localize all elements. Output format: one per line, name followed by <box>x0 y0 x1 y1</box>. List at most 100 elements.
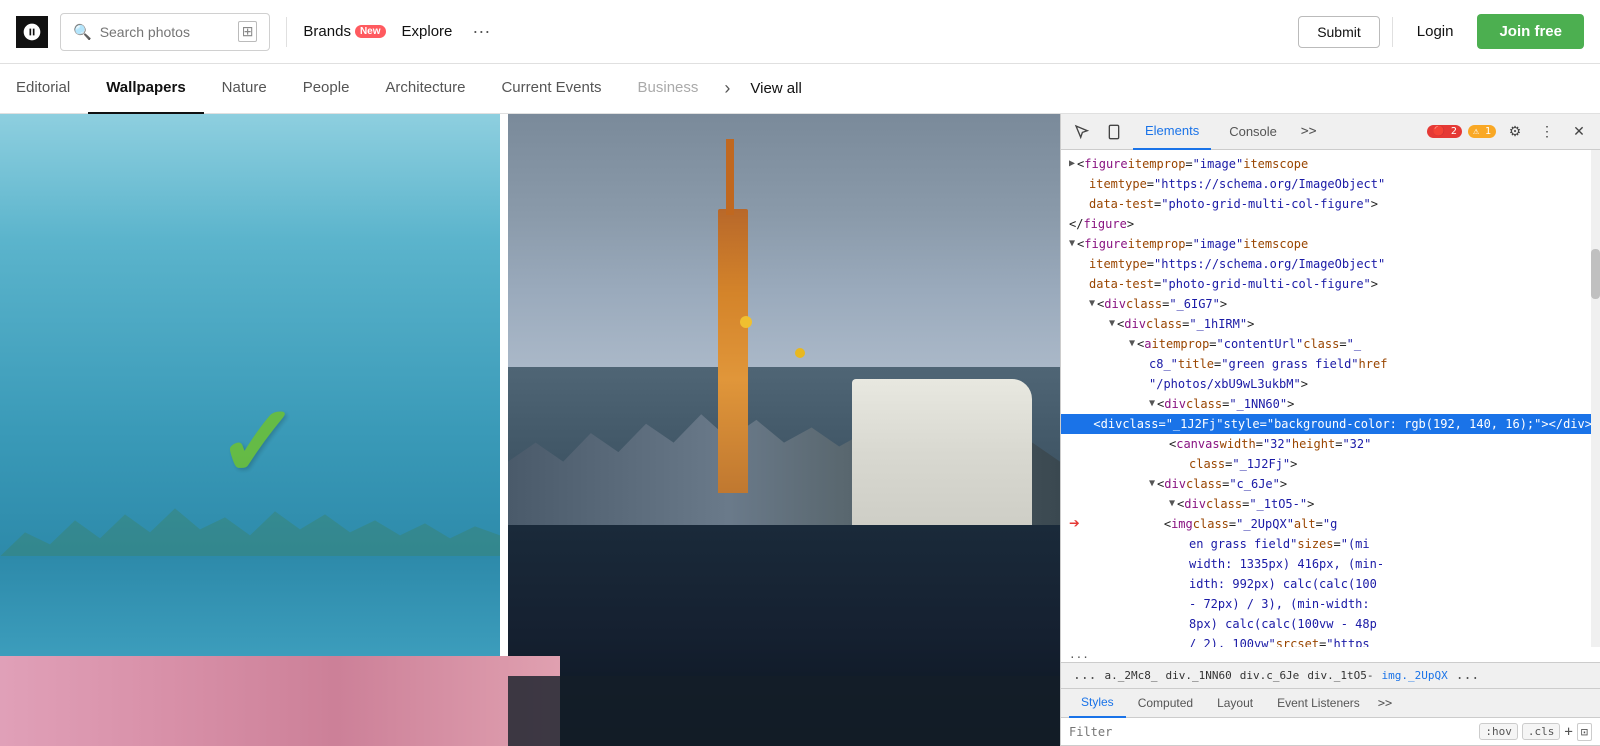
html-line[interactable]: "/photos/xbU9wL3ukbM"> <box>1061 374 1600 394</box>
html-line-arrow[interactable]: ➔ <img class="_2UpQX" alt="g <box>1061 514 1600 534</box>
html-line[interactable]: ▼ <figure itemprop="image" itemscope <box>1061 234 1600 254</box>
devtools-more-tabs[interactable]: >> <box>1295 124 1323 139</box>
photo-area: div._1J2Fj 365.7 × 442.01 ✓ <box>0 114 1060 746</box>
view-all-link[interactable]: View all <box>750 80 801 97</box>
bottom-strip-left <box>0 656 560 746</box>
login-button[interactable]: Login <box>1405 23 1466 40</box>
html-line[interactable]: itemtype="https://schema.org/ImageObject… <box>1061 174 1600 194</box>
devtools-bottom-more[interactable]: >> <box>1372 696 1398 710</box>
sky-layer <box>508 114 1060 367</box>
breadcrumb-end-ellipsis[interactable]: ... <box>1452 668 1483 683</box>
html-line[interactable]: ▶ <figure itemprop="image" itemscope <box>1061 154 1600 174</box>
devtools-bottom-tabs: Styles Computed Layout Event Listeners >… <box>1061 688 1600 718</box>
photo-right[interactable] <box>508 114 1060 746</box>
devtools-panel: Elements Console >> 🔴 2 ⚠ 1 ⚙ ⋮ ✕ ▶ <fig… <box>1060 114 1600 746</box>
tower-top <box>726 139 734 215</box>
devtools-elements-tab[interactable]: Elements <box>1133 114 1211 150</box>
more-nav-item[interactable]: ··· <box>468 21 494 42</box>
devtools-breadcrumb: ... a._2Mc8_ div._1NN60 div.c_6Je div._1… <box>1061 662 1600 688</box>
search-bar[interactable]: 🔍 ⊞ <box>60 13 270 51</box>
html-line[interactable]: ▼ <div class="_6IG7"> <box>1061 294 1600 314</box>
breadcrumb-divc6je[interactable]: div.c_6Je <box>1236 669 1304 682</box>
devtools-device-button[interactable] <box>1101 119 1127 145</box>
category-architecture[interactable]: Architecture <box>367 64 483 114</box>
screenshot-icon[interactable]: ⊞ <box>238 21 258 42</box>
html-line[interactable]: <canvas width="32" height="32" <box>1061 434 1600 454</box>
triangle-icon[interactable]: ▶ <box>1069 155 1075 173</box>
triangle-down-icon[interactable]: ▼ <box>1149 475 1155 493</box>
devtools-inspect-button[interactable] <box>1069 119 1095 145</box>
site-logo[interactable] <box>16 16 48 48</box>
html-line[interactable]: </figure> <box>1061 214 1600 234</box>
html-line[interactable]: ▼ <div class="_1NN60"> <box>1061 394 1600 414</box>
html-line[interactable]: class="_1J2Fj"> <box>1061 454 1600 474</box>
devtools-filter-input[interactable] <box>1069 725 1471 739</box>
breadcrumb-div1to5[interactable]: div._1tO5- <box>1303 669 1377 682</box>
triangle-down-icon[interactable]: ▼ <box>1149 395 1155 413</box>
html-line[interactable]: c8_" title="green grass field" href <box>1061 354 1600 374</box>
html-line[interactable]: ▼ <div class="_1tO5-"> <box>1061 494 1600 514</box>
new-badge: New <box>355 25 386 38</box>
breadcrumb-ellipsis[interactable]: ... <box>1069 668 1100 683</box>
breadcrumb-a[interactable]: a._2Mc8_ <box>1100 669 1161 682</box>
triangle-down-icon[interactable]: ▼ <box>1069 235 1075 253</box>
html-line[interactable]: idth: 992px) calc(calc(100 <box>1061 574 1600 594</box>
category-nature[interactable]: Nature <box>204 64 285 114</box>
red-arrow-annotation: ➔ <box>1069 515 1080 533</box>
devtools-scrollbar[interactable] <box>1591 150 1600 647</box>
photo-left[interactable]: ✓ <box>0 114 500 746</box>
devtools-more-button[interactable]: ⋮ <box>1534 119 1560 145</box>
devtools-console-tab[interactable]: Console <box>1217 114 1289 150</box>
search-input[interactable] <box>100 24 230 40</box>
navbar: 🔍 ⊞ Brands New Explore ··· Submit Login … <box>0 0 1600 64</box>
devtools-html-panel[interactable]: ▶ <figure itemprop="image" itemscope ite… <box>1061 150 1600 647</box>
triangle-down-icon[interactable]: ▼ <box>1089 295 1095 313</box>
category-current-events[interactable]: Current Events <box>483 64 619 114</box>
photo-annotation-dot1 <box>740 316 752 328</box>
category-more-button[interactable]: › <box>716 78 738 99</box>
devtools-computed-tab[interactable]: Computed <box>1126 688 1205 718</box>
main-area: div._1J2Fj 365.7 × 442.01 ✓ <box>0 114 1600 746</box>
triangle-down-icon[interactable]: ▼ <box>1109 315 1115 333</box>
category-people[interactable]: People <box>285 64 368 114</box>
brands-nav-item[interactable]: Brands New <box>303 23 385 40</box>
category-editorial[interactable]: Editorial <box>16 64 88 114</box>
photo-annotation-dot2 <box>795 348 805 358</box>
filter-hov-button[interactable]: :hov <box>1479 723 1518 740</box>
html-line[interactable]: 8px) calc(calc(100vw - 48p <box>1061 614 1600 634</box>
devtools-close-button[interactable]: ✕ <box>1566 119 1592 145</box>
html-line[interactable]: ▼ <div class="c_6Je"> <box>1061 474 1600 494</box>
html-line[interactable]: width: 1335px) 416px, (min- <box>1061 554 1600 574</box>
html-line[interactable]: data-test="photo-grid-multi-col-figure"> <box>1061 194 1600 214</box>
error-badge: 🔴 2 <box>1427 125 1462 138</box>
submit-button[interactable]: Submit <box>1298 16 1380 48</box>
html-line[interactable]: en grass field" sizes="(mi <box>1061 534 1600 554</box>
category-business[interactable]: Business <box>620 64 717 114</box>
html-line[interactable]: data-test="photo-grid-multi-col-figure"> <box>1061 274 1600 294</box>
category-wallpapers[interactable]: Wallpapers <box>88 64 203 114</box>
triangle-down-icon[interactable]: ▼ <box>1129 335 1135 353</box>
explore-nav-item[interactable]: Explore <box>398 23 457 40</box>
filter-add-icon[interactable]: + <box>1564 724 1572 740</box>
breadcrumb-img2upqx[interactable]: img._2UpQX <box>1378 669 1452 682</box>
logo-icon <box>22 22 42 42</box>
breadcrumb-div1nng0[interactable]: div._1NN60 <box>1161 669 1235 682</box>
join-free-button[interactable]: Join free <box>1477 14 1584 49</box>
search-icon: 🔍 <box>73 23 92 41</box>
html-line[interactable]: / 2), 100vw" srcset="https <box>1061 634 1600 647</box>
devtools-settings-button[interactable]: ⚙ <box>1502 119 1528 145</box>
html-line[interactable]: ▼ <div class="_1hIRM"> <box>1061 314 1600 334</box>
filter-cls-button[interactable]: .cls <box>1522 723 1561 740</box>
triangle-down-icon[interactable]: ▼ <box>1169 495 1175 513</box>
html-line[interactable]: - 72px) / 3), (min-width: <box>1061 594 1600 614</box>
html-line-selected[interactable]: <div class="_1J2Fj" style="background-co… <box>1061 414 1600 434</box>
devtools-event-listeners-tab[interactable]: Event Listeners <box>1265 688 1372 718</box>
filter-toggle-icon[interactable]: ⊡ <box>1577 723 1592 741</box>
html-line[interactable]: ▼ <a itemprop="contentUrl" class="_ <box>1061 334 1600 354</box>
devtools-ellipsis[interactable]: ... <box>1061 647 1600 662</box>
devtools-scrollbar-thumb[interactable] <box>1591 249 1600 299</box>
devtools-styles-tab[interactable]: Styles <box>1069 688 1126 718</box>
devtools-layout-tab[interactable]: Layout <box>1205 688 1265 718</box>
nav-separator <box>286 17 287 47</box>
html-line[interactable]: itemtype="https://schema.org/ImageObject… <box>1061 254 1600 274</box>
